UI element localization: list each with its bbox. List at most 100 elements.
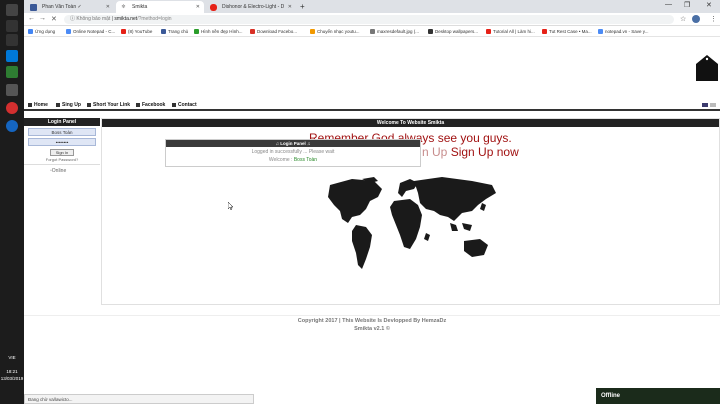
- nav-facebook[interactable]: Facebook: [136, 100, 165, 111]
- close-tab-icon[interactable]: ✕: [106, 1, 110, 13]
- bookmark-star-icon[interactable]: ☆: [680, 15, 686, 23]
- bookmark-label: Trang chủ: [168, 29, 189, 34]
- login-panel: Login Panel Boss Toàn •••••••• Sign In F…: [24, 118, 100, 174]
- us-flag-icon[interactable]: [702, 103, 708, 107]
- welcome-username: Boss Toàn: [293, 157, 318, 163]
- youtube-icon: [486, 29, 491, 34]
- youtube-favicon-icon: [210, 4, 217, 11]
- app-icon[interactable]: [6, 120, 18, 132]
- start-icon[interactable]: [6, 4, 18, 16]
- bookmark-item[interactable]: Tutorial All | Làm hi...: [486, 26, 535, 37]
- address-bar[interactable]: ⓘ Không bảo mật | smikta.net/?method=log…: [64, 15, 674, 24]
- main-panel-title: Welcome To Website Smikta: [102, 119, 719, 127]
- wallpaper-icon: [428, 29, 433, 34]
- bookmark-item[interactable]: Desktop wallpapers...: [428, 26, 478, 37]
- bookmark-item[interactable]: Chuyển nhạc youtu...: [310, 26, 360, 37]
- version-text: Smikta v2.1 ©: [354, 326, 390, 332]
- image-icon: [194, 29, 199, 34]
- nav-sign-up[interactable]: Sing Up: [56, 100, 81, 111]
- nav-contact[interactable]: Contact: [172, 100, 197, 111]
- popup-welcome: Welcome : Boss Toàn: [166, 157, 420, 163]
- chat-status-box[interactable]: Offline: [596, 388, 720, 404]
- close-window-button[interactable]: ✕: [706, 1, 712, 9]
- site-logo[interactable]: [696, 55, 718, 81]
- password-field[interactable]: ••••••••: [28, 138, 96, 146]
- facebook-favicon-icon: [30, 4, 37, 11]
- back-arrow-icon[interactable]: ←: [28, 15, 35, 22]
- facebook-icon: [161, 29, 166, 34]
- download-icon: [250, 29, 255, 34]
- insecure-label: Không bảo mật: [76, 16, 111, 22]
- youtube-icon: [121, 29, 126, 34]
- clock-date: 13/03/2019: [0, 376, 24, 381]
- task-view-icon[interactable]: [6, 34, 18, 46]
- tab-smikta[interactable]: ✻ Smikta ✕: [116, 1, 204, 13]
- motto-faded-text: n Up: [422, 145, 448, 159]
- url-domain: smikta.net: [114, 16, 138, 22]
- stop-loading-icon[interactable]: ✕: [51, 15, 57, 23]
- maximize-button[interactable]: ❐: [684, 1, 690, 9]
- forgot-password-link[interactable]: Forgot Password?: [24, 157, 100, 162]
- tab-label: Dishonor & Electro-Light - D: [222, 4, 285, 10]
- notepad-icon: [598, 29, 603, 34]
- tab-label: Smikta: [132, 4, 148, 10]
- tab-strip: Phan Văn Toàn ✓ ✕ ✻ Smikta ✕ Dishonor & …: [24, 0, 720, 13]
- new-tab-button[interactable]: +: [300, 2, 305, 11]
- mouse-cursor-icon: [228, 202, 233, 210]
- close-tab-icon[interactable]: ✕: [288, 1, 292, 13]
- bookmark-item[interactable]: Online Notepad - C...: [66, 26, 115, 37]
- sign-in-button[interactable]: Sign In: [50, 149, 74, 156]
- youtube-icon: [542, 29, 547, 34]
- toolbar: ← → ✕ ⓘ Không bảo mật | smikta.net/?meth…: [24, 13, 720, 26]
- bookmarks-bar: Ứng dụng Online Notepad - C... (8) YouTu…: [24, 26, 720, 37]
- web-page: Home Sing Up Short Your Link Facebook Co…: [24, 37, 720, 404]
- file-icon: [370, 29, 375, 34]
- bookmark-item[interactable]: Trang chủ: [161, 26, 188, 37]
- menu-dots-icon[interactable]: ⋮: [710, 15, 717, 23]
- tab-facebook[interactable]: Phan Văn Toàn ✓ ✕: [26, 1, 114, 13]
- nav-short-link[interactable]: Short Your Link: [87, 100, 130, 111]
- music-icon: [310, 29, 315, 34]
- motto-line-2: n Up Sign Up now: [422, 145, 519, 159]
- bookmark-item[interactable]: maxresdefault.jpg (...: [370, 26, 419, 37]
- bookmark-item[interactable]: Ứng dụng: [28, 26, 55, 37]
- minimize-button[interactable]: —: [665, 1, 672, 8]
- smikta-favicon-icon: ✻: [120, 4, 127, 11]
- forward-arrow-icon[interactable]: →: [39, 15, 46, 22]
- world-map-image: [328, 177, 496, 269]
- search-icon[interactable]: [6, 20, 18, 32]
- bookmark-label: Download Facebo...: [257, 29, 298, 34]
- notepad-icon: [66, 29, 71, 34]
- welcome-prefix: Welcome :: [268, 157, 293, 163]
- close-tab-icon[interactable]: ✕: [196, 1, 200, 13]
- chrome-taskbar-icon[interactable]: [6, 84, 18, 96]
- browser-status-bar: Đang chờ va/lawicto...: [24, 394, 254, 404]
- input-language[interactable]: VIE: [0, 355, 24, 361]
- bookmark-label: Chuyển nhạc youtu...: [317, 29, 360, 34]
- nav-home[interactable]: Home: [28, 100, 48, 111]
- bookmark-label: (8) YouTube: [128, 29, 153, 34]
- edge-icon[interactable]: [6, 50, 18, 62]
- sign-up-link[interactable]: Sign Up now: [451, 145, 519, 159]
- bookmark-label: Desktop wallpapers...: [435, 29, 479, 34]
- profile-avatar[interactable]: [692, 15, 700, 23]
- online-alt-text: Online: [51, 168, 67, 174]
- popup-title: ♫ Login Panel ♫: [166, 140, 420, 147]
- bookmark-item[interactable]: Download Facebo...: [250, 26, 297, 37]
- popup-message: Logged in successfully ... Please wait: [251, 149, 335, 155]
- flag-icon[interactable]: [710, 103, 716, 107]
- bookmark-item[interactable]: notepad.vn - Save y...: [598, 26, 648, 37]
- apps-grid-icon: [28, 29, 33, 34]
- username-field[interactable]: Boss Toàn: [28, 128, 96, 136]
- bookmark-item[interactable]: (8) YouTube: [121, 26, 152, 37]
- copyright-text: Copyright 2017 | This Website Is Devlopp…: [297, 318, 447, 324]
- tab-youtube[interactable]: Dishonor & Electro-Light - D ✕: [206, 1, 296, 13]
- windows-taskbar: VIE 18:21 13/03/2019: [0, 0, 24, 404]
- photos-icon[interactable]: [6, 66, 18, 78]
- bookmark-label: notepad.vn - Save y...: [605, 29, 649, 34]
- language-flags: [700, 103, 716, 109]
- music-app-icon[interactable]: [6, 102, 18, 114]
- bookmark-item[interactable]: Hình nền đẹp Hình...: [194, 26, 243, 37]
- site-footer: Copyright 2017 | This Website Is Devlopp…: [24, 315, 720, 333]
- bookmark-item[interactable]: Tut Rest Case • Ma...: [542, 26, 592, 37]
